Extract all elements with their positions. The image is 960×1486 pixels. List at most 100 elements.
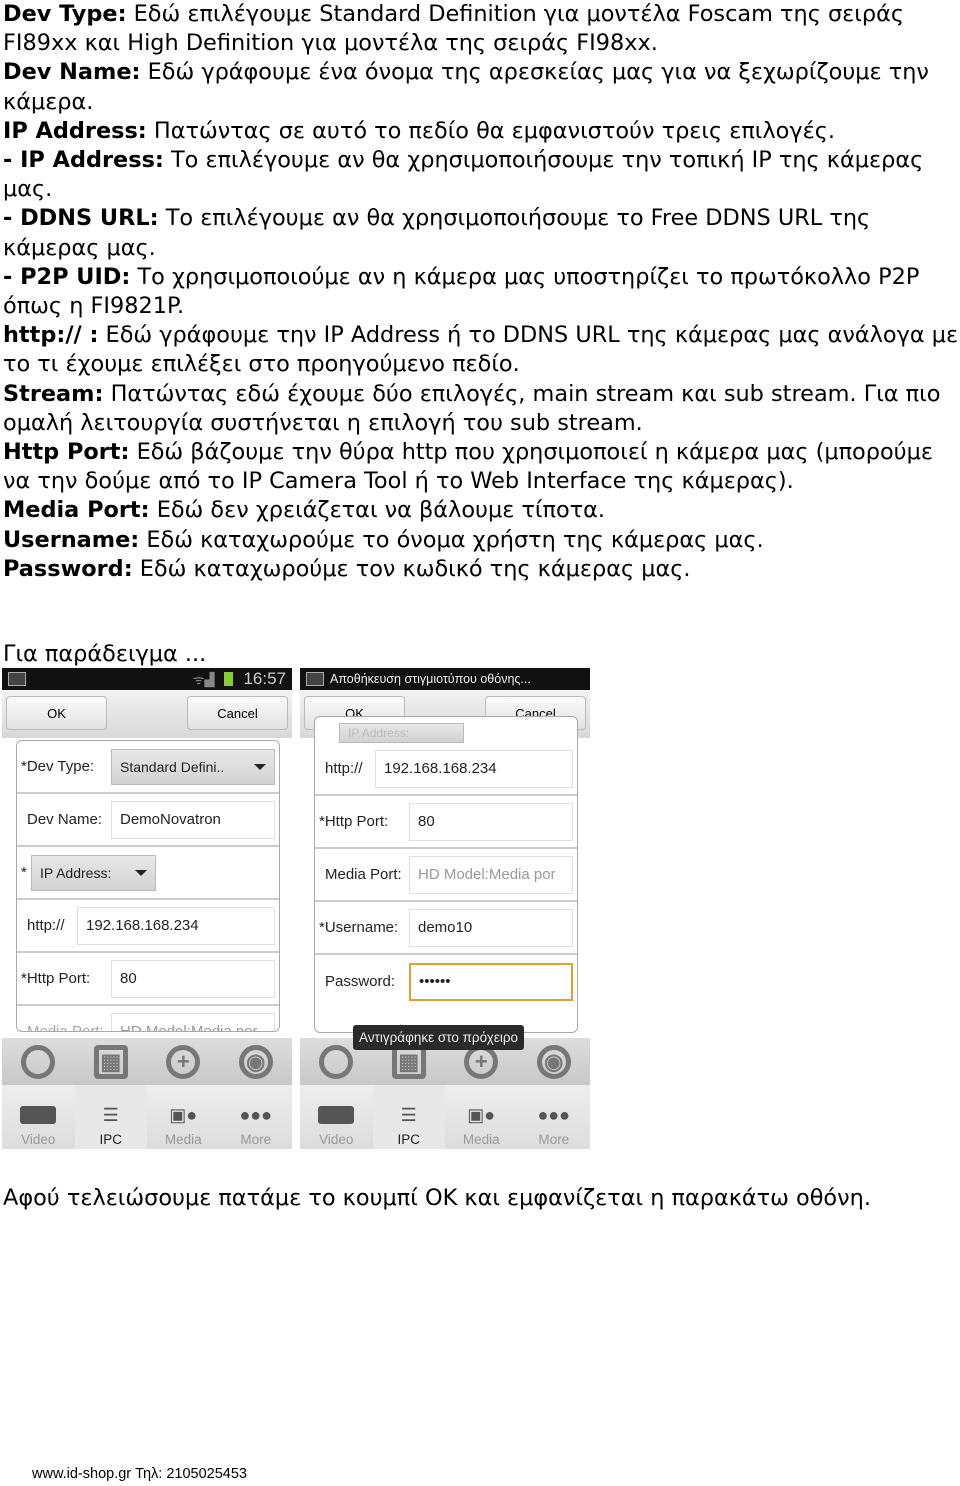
- example-label: Για παράδειγμα ...: [3, 641, 207, 667]
- term-description: Το χρησιμοποιούμε αν η κάμερα μας υποστη…: [3, 263, 920, 320]
- search-icon[interactable]: [319, 1044, 354, 1079]
- paragraph: - IP Address: Το επιλέγουμε αν θα χρησιμ…: [3, 146, 960, 204]
- term-label: Http Port:: [3, 439, 130, 466]
- term-description: Εδώ γράφουμε την IP Address ή το DDNS UR…: [3, 322, 959, 378]
- dev-type-label: *Dev Type:: [21, 758, 95, 775]
- footer: www.id-shop.gr Τηλ: 2105025453: [32, 1466, 247, 1482]
- video-icon: [316, 1104, 356, 1126]
- dev-name-input[interactable]: DemoNovatron: [111, 800, 275, 839]
- ip-dropdown-value: IP Address:: [348, 726, 410, 740]
- image-icon: [8, 672, 26, 686]
- device-form: *Dev Type: Standard Defini.. Dev Name: D…: [16, 740, 280, 1032]
- dev-type-value: Standard Defini..: [120, 758, 225, 775]
- ip-address-dropdown[interactable]: IP Address:: [339, 723, 464, 743]
- paragraph: - P2P UID: Το χρησιμοποιούμε αν η κάμερα…: [3, 263, 960, 321]
- username-input[interactable]: demo10: [409, 908, 573, 947]
- term-description: Εδώ δεν χρειάζεται να βάλουμε τίποτα.: [149, 497, 606, 524]
- term-label: - DDNS URL:: [3, 205, 159, 232]
- tab-video[interactable]: Video: [2, 1085, 75, 1149]
- chevron-down-icon: [254, 763, 266, 770]
- term-description: Εδώ καταχωρούμε τον κωδικό της κάμερας μ…: [132, 555, 691, 582]
- http-port-label: *Http Port:: [319, 813, 389, 830]
- tab-label: Video: [319, 1132, 354, 1147]
- phone-screenshot-1: ᯤ▟ 16:57 OK Cancel *Dev Type: Standard D…: [2, 668, 292, 1149]
- term-label: Dev Type:: [3, 1, 127, 27]
- http-port-input[interactable]: 80: [409, 802, 573, 841]
- webcam-icon[interactable]: ◉: [238, 1044, 273, 1079]
- toolbar: ▦ + ◉: [2, 1038, 292, 1085]
- battery-icon: [224, 672, 234, 686]
- tab-ipc[interactable]: ☰ IPC: [372, 1085, 445, 1149]
- http-port-label: *Http Port:: [21, 970, 91, 987]
- tab-media[interactable]: ▣● Media: [147, 1085, 220, 1149]
- device-form: IP Address: http:// 192.168.168.234 *Htt…: [314, 716, 578, 1033]
- media-icon: ▣●: [467, 1105, 496, 1125]
- term-label: Username:: [3, 526, 140, 553]
- term-label: IP Address:: [3, 117, 147, 144]
- http-input[interactable]: 192.168.168.234: [375, 749, 573, 788]
- webcam-icon[interactable]: ◉: [536, 1044, 571, 1079]
- paragraph: Dev Type: Εδώ επιλέγουμε Standard Defini…: [3, 0, 960, 58]
- tab-video[interactable]: Video: [300, 1085, 373, 1149]
- chevron-down-icon: [135, 869, 147, 876]
- paragraph: Stream: Πατώντας εδώ έχουμε δύο επιλογές…: [3, 380, 960, 438]
- term-description: Εδώ καταχωρούμε το όνομα χρήστη της κάμε…: [139, 526, 764, 553]
- tab-label: Video: [21, 1132, 56, 1147]
- tab-label: IPC: [397, 1132, 420, 1147]
- media-port-input[interactable]: HD Model:Media por: [409, 855, 573, 894]
- status-bar: Αποθήκευση στιγμιοτύπου οθόνης...: [300, 668, 590, 690]
- ip-address-dropdown[interactable]: IP Address:: [31, 854, 156, 891]
- term-label: Dev Name:: [3, 59, 141, 86]
- image-icon: [306, 672, 324, 686]
- paragraph: Password: Εδώ καταχωρούμε τον κωδικό της…: [3, 555, 960, 584]
- password-input[interactable]: ••••••: [409, 962, 573, 1001]
- term-label: http:// :: [3, 322, 99, 349]
- term-label: - IP Address:: [3, 147, 164, 174]
- search-icon[interactable]: [21, 1044, 56, 1079]
- more-icon: ●●●: [537, 1105, 571, 1125]
- tab-media[interactable]: ▣● Media: [445, 1085, 518, 1149]
- cancel-button[interactable]: Cancel: [187, 696, 288, 730]
- paragraph: Media Port: Εδώ δεν χρειάζεται να βάλουμ…: [3, 496, 960, 525]
- after-text: Αφού τελειώσουμε πατάμε το κουμπί OK και…: [3, 1185, 871, 1211]
- ok-button[interactable]: OK: [6, 696, 107, 730]
- tab-more[interactable]: ●●● More: [518, 1085, 591, 1149]
- ip-dropdown-value: IP Address:: [40, 864, 112, 881]
- dev-type-dropdown[interactable]: Standard Defini..: [111, 748, 275, 785]
- tab-label: IPC: [99, 1132, 122, 1147]
- required-mark: *: [21, 864, 27, 881]
- more-icon: ●●●: [239, 1105, 273, 1125]
- media-icon: ▣●: [169, 1105, 198, 1125]
- http-port-input[interactable]: 80: [111, 959, 275, 998]
- http-input[interactable]: 192.168.168.234: [77, 906, 275, 945]
- tab-more[interactable]: ●●● More: [220, 1085, 293, 1149]
- tab-label: Media: [164, 1132, 202, 1147]
- toast-message: Αντιγράφηκε στο πρόχειρο: [353, 1025, 525, 1050]
- wifi-signal-icon: ᯤ▟: [192, 672, 215, 687]
- add-icon[interactable]: +: [166, 1044, 201, 1079]
- paragraph: Dev Name: Εδώ γράφουμε ένα όνομα της αρε…: [3, 58, 960, 116]
- tab-bar: Video ☰ IPC ▣● Media ●●● More: [2, 1085, 292, 1149]
- media-port-label: Media Port:: [27, 1023, 104, 1032]
- ipc-icon: ☰: [102, 1105, 119, 1125]
- term-description: Εδώ επιλέγουμε Standard Definition για μ…: [3, 1, 904, 57]
- tab-label: More: [240, 1132, 272, 1147]
- tab-ipc[interactable]: ☰ IPC: [74, 1085, 147, 1149]
- http-label: http://: [325, 760, 363, 777]
- paragraph: - DDNS URL: Το επιλέγουμε αν θα χρησιμοπ…: [3, 204, 960, 262]
- tab-bar: Video ☰ IPC ▣● Media ●●● More: [300, 1085, 590, 1149]
- term-label: - P2P UID:: [3, 263, 131, 290]
- media-port-input[interactable]: HD Model:Media por: [111, 1012, 275, 1031]
- ipc-icon: ☰: [400, 1105, 417, 1125]
- dev-name-label: Dev Name:: [27, 811, 103, 828]
- term-label: Media Port:: [3, 497, 150, 524]
- qr-scan-icon[interactable]: ▦: [93, 1044, 128, 1079]
- phone-screenshot-2: Αποθήκευση στιγμιοτύπου οθόνης... OK Can…: [300, 668, 590, 1149]
- term-description: Πατώντας σε αυτό το πεδίο θα εμφανιστούν…: [146, 117, 835, 144]
- term-description: Πατώντας εδώ έχουμε δύο επιλογές, main s…: [3, 380, 941, 436]
- paragraph: http:// : Εδώ γράφουμε την IP Address ή …: [3, 321, 960, 379]
- term-description: Εδώ γράφουμε ένα όνομα της αρεσκείας μας…: [3, 59, 929, 115]
- notification-title: Αποθήκευση στιγμιοτύπου οθόνης...: [330, 672, 531, 686]
- paragraph: Username: Εδώ καταχωρούμε το όνομα χρήστ…: [3, 526, 960, 555]
- tab-label: More: [538, 1132, 570, 1147]
